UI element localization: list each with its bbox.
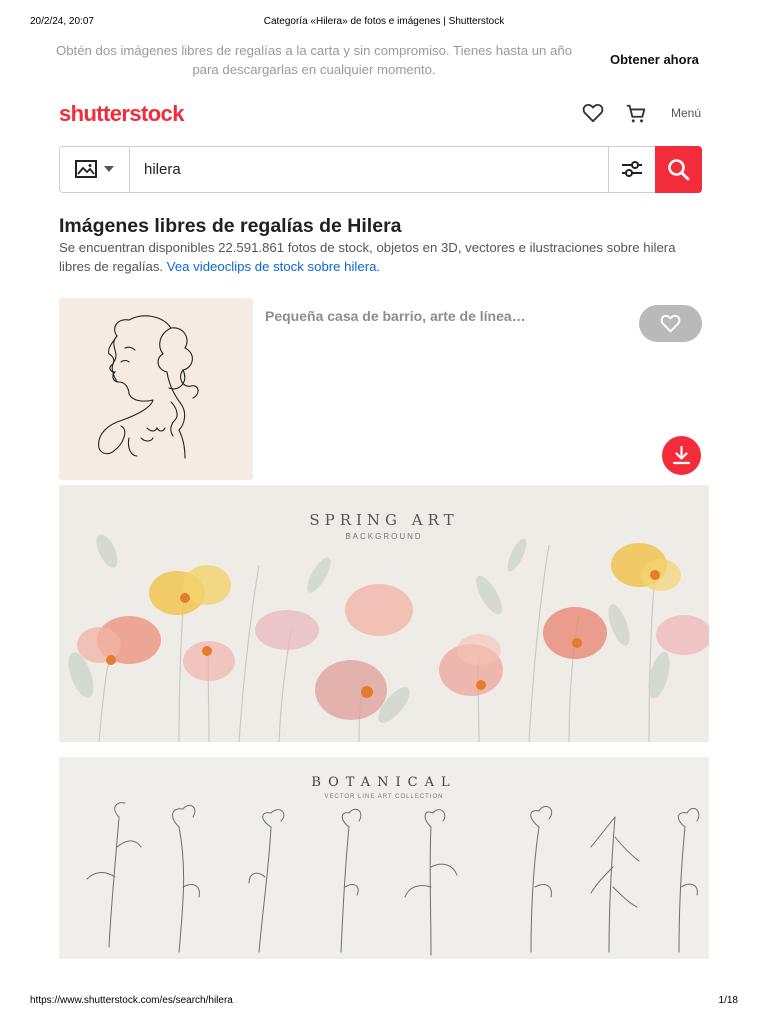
search-input[interactable] (132, 147, 606, 192)
favorite-button[interactable] (639, 305, 702, 342)
cart-icon[interactable] (625, 103, 647, 125)
video-clips-link[interactable]: Vea videoclips de stock sobre hilera. (167, 259, 380, 274)
result-image-line-art-woman[interactable] (59, 298, 253, 480)
print-footer: https://www.shutterstock.com/es/search/h… (30, 995, 738, 1009)
botanical-image-subtitle: VECTOR LINE ART COLLECTION (324, 794, 444, 800)
promo-text: Obtén dos imágenes libres de regalías a … (55, 43, 573, 77)
print-header: 20/2/24, 20:07 Categoría «Hilera» de fot… (30, 16, 738, 30)
download-icon (672, 445, 691, 465)
result-image-spring-art[interactable]: SPRING ART BACKGROUND (59, 485, 709, 742)
menu-button[interactable]: Menú (671, 106, 701, 120)
filter-button[interactable] (608, 147, 655, 192)
media-type-select[interactable] (60, 147, 130, 192)
page-description: Se encuentran disponibles 22.591.861 fot… (59, 238, 707, 276)
line-art-woman-illustration (98, 315, 199, 459)
chevron-down-icon (104, 166, 114, 172)
spring-art-image-title: SPRING ART (309, 511, 459, 529)
result-image-botanical[interactable]: BOTANICAL VECTOR LINE ART COLLECTION (59, 757, 709, 959)
filter-sliders-icon (622, 161, 642, 177)
result-caption[interactable]: Pequeña casa de barrio, arte de línea… (265, 308, 526, 324)
search-icon (668, 159, 690, 181)
page-title: Imágenes libres de regalías de Hilera (59, 215, 402, 237)
heart-icon (660, 314, 681, 333)
print-document-title: Categoría «Hilera» de fotos e imágenes |… (263, 16, 505, 27)
spring-art-image-subtitle: BACKGROUND (345, 532, 423, 541)
heart-icon[interactable] (582, 103, 604, 123)
print-url: https://www.shutterstock.com/es/search/h… (30, 995, 233, 1006)
shutterstock-logo[interactable]: shutterstock (59, 101, 184, 127)
obtener-ahora-link[interactable]: Obtener ahora (610, 52, 699, 67)
download-button[interactable] (662, 436, 701, 475)
botanical-image-title: BOTANICAL (311, 775, 457, 790)
search-submit-button[interactable] (655, 146, 702, 193)
search-bar (59, 146, 702, 193)
image-icon (75, 160, 97, 178)
print-page-number: 1/18 (718, 995, 738, 1006)
